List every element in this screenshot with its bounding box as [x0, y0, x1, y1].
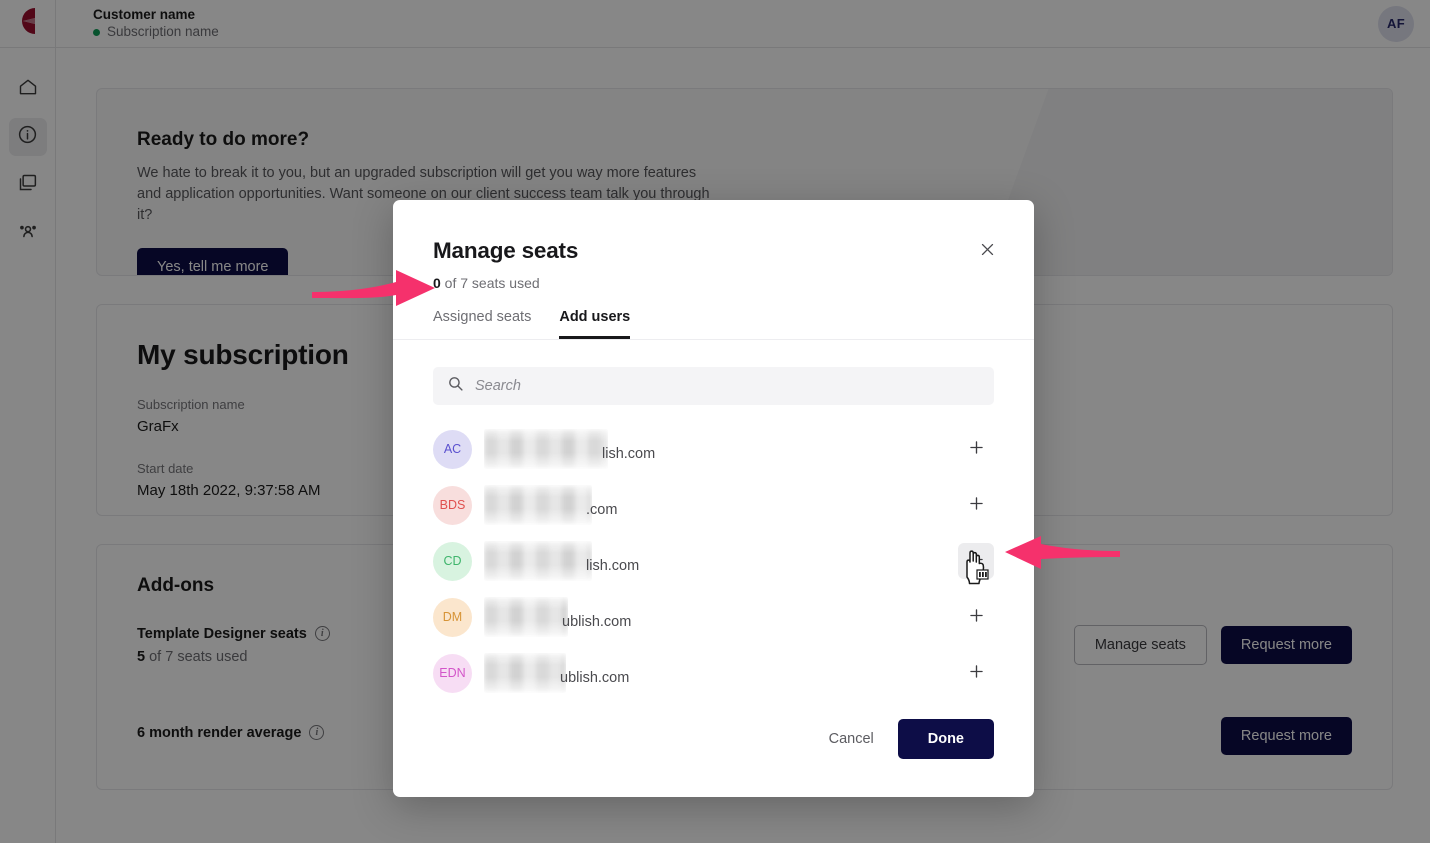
user-avatar: AC — [433, 429, 472, 469]
user-email-domain: lish.com — [602, 445, 656, 462]
manage-seats-modal: Manage seats 0 of 7 seats used Assigned … — [393, 200, 1034, 797]
done-button[interactable]: Done — [897, 719, 994, 759]
close-button[interactable] — [972, 236, 1002, 266]
user-email-domain: ublish.com — [562, 613, 632, 630]
user-avatar: DM — [433, 597, 472, 637]
plus-icon — [967, 662, 986, 684]
user-avatar: BDS — [433, 485, 472, 525]
redacted-user-name — [484, 485, 592, 525]
seats-used-count: 0 — [433, 275, 441, 291]
plus-icon — [967, 606, 986, 628]
modal-title: Manage seats — [433, 238, 579, 263]
modal-tabs: Assigned seats Add users — [393, 309, 1034, 340]
modal-body: AClish.comBDS.comCDlish.comDMublish.comE… — [393, 340, 1034, 719]
search-input[interactable] — [475, 378, 980, 394]
user-identity: lish.com — [484, 429, 958, 469]
search-icon — [447, 375, 464, 397]
cancel-button[interactable]: Cancel — [819, 719, 884, 759]
user-list-item[interactable]: EDN ublish.com — [433, 645, 994, 701]
user-list-item[interactable]: BDS .com — [433, 477, 994, 533]
user-list: AC lish.com BDS .com CD lish.com DM ublish.com E… — [433, 421, 994, 701]
user-email-domain: ublish.com — [560, 669, 630, 686]
modal-footer: Cancel Done — [393, 719, 1034, 797]
tab-add-users[interactable]: Add users — [559, 309, 631, 339]
user-list-item[interactable]: CD lish.com — [433, 533, 994, 589]
user-identity: ublish.com — [484, 653, 958, 693]
add-user-button[interactable] — [958, 599, 994, 635]
redacted-user-name — [484, 597, 568, 637]
redacted-user-name — [484, 429, 608, 469]
user-email-domain: .com — [586, 501, 618, 518]
add-user-button[interactable] — [958, 543, 994, 579]
user-identity: ublish.com — [484, 597, 958, 637]
close-icon — [979, 241, 996, 261]
user-avatar: CD — [433, 541, 472, 581]
plus-icon — [967, 550, 986, 572]
redacted-user-name — [484, 653, 566, 693]
add-user-button[interactable] — [958, 655, 994, 691]
seats-used-rest: of 7 seats used — [440, 275, 540, 291]
seats-used-counter: 0 of 7 seats used — [433, 275, 994, 291]
redacted-user-name — [484, 541, 592, 581]
user-list-item[interactable]: DM ublish.com — [433, 589, 994, 645]
search-box[interactable] — [433, 367, 994, 405]
user-list-item[interactable]: AC lish.com — [433, 421, 994, 477]
user-avatar: EDN — [433, 653, 472, 693]
user-email-domain: lish.com — [586, 557, 640, 574]
tab-assigned-seats[interactable]: Assigned seats — [433, 309, 531, 339]
user-identity: lish.com — [484, 541, 958, 581]
modal-header: Manage seats 0 of 7 seats used — [393, 200, 1034, 291]
add-user-button[interactable] — [958, 431, 994, 467]
plus-icon — [967, 438, 986, 460]
plus-icon — [967, 494, 986, 516]
add-user-button[interactable] — [958, 487, 994, 523]
user-identity: .com — [484, 485, 958, 525]
